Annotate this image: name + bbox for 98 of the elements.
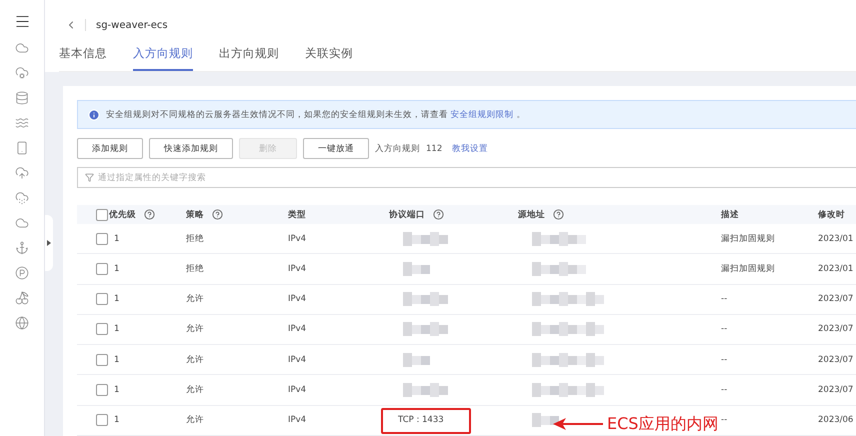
table-cell-text: IPv4 bbox=[287, 354, 308, 365]
row-checkbox[interactable] bbox=[96, 262, 108, 275]
pixelated-redaction bbox=[532, 262, 586, 276]
table-cell-text: -- bbox=[720, 415, 728, 426]
cloud-gear-icon[interactable] bbox=[15, 66, 29, 80]
table-cell-text: TCP : 1433 bbox=[397, 415, 444, 426]
help-link[interactable]: 教我设置 bbox=[452, 142, 488, 155]
table-cell-text: -- bbox=[720, 385, 728, 396]
row-checkbox[interactable] bbox=[96, 323, 108, 336]
phone-icon[interactable] bbox=[15, 141, 29, 155]
table-cell-text: 2023/07 bbox=[817, 385, 854, 396]
select-all-checkbox[interactable] bbox=[96, 208, 108, 221]
table-cell-text: 2023/06 bbox=[817, 415, 854, 426]
pixelated-redaction bbox=[532, 413, 559, 428]
help-icon[interactable] bbox=[433, 209, 444, 220]
table-cell-text: 允许 bbox=[185, 414, 205, 426]
table-cell-text: 拒绝 bbox=[185, 232, 205, 245]
info-icon bbox=[88, 108, 100, 121]
pixelated-redaction bbox=[532, 383, 604, 398]
table-cell-text: 1 bbox=[113, 294, 120, 304]
column-header: 策略 bbox=[186, 208, 204, 221]
pixelated-redaction bbox=[403, 383, 448, 398]
column-header: 源地址 bbox=[518, 208, 545, 221]
toolbar-button[interactable]: 添加规则 bbox=[77, 138, 143, 160]
row-checkbox[interactable] bbox=[96, 232, 108, 245]
column-header: 修改时 bbox=[818, 208, 845, 221]
pixelated-redaction bbox=[403, 352, 430, 367]
database-icon[interactable] bbox=[15, 91, 29, 105]
table-cell-text: IPv4 bbox=[287, 324, 308, 334]
parking-icon[interactable] bbox=[15, 266, 29, 280]
table-cell-text: -- bbox=[720, 294, 728, 304]
table-cell-text: 漏扫加固规则 bbox=[720, 262, 776, 275]
row-checkbox[interactable] bbox=[96, 384, 108, 396]
collapse-handle[interactable] bbox=[45, 215, 53, 271]
table-cell-text: 允许 bbox=[185, 293, 205, 306]
table-cell-text: 1 bbox=[113, 234, 120, 244]
table-cell-text: IPv4 bbox=[287, 264, 308, 274]
pixelated-redaction bbox=[403, 262, 430, 276]
toolbar-button[interactable]: 快速添加规则 bbox=[149, 138, 233, 160]
table-cell-text: IPv4 bbox=[287, 385, 308, 396]
cloud-icon[interactable] bbox=[15, 216, 29, 230]
tab[interactable]: 出方向规则 bbox=[219, 42, 279, 71]
table-cell-text: 允许 bbox=[185, 323, 205, 336]
table-cell-text: 2023/01 bbox=[817, 234, 854, 244]
tab[interactable]: 关联实例 bbox=[305, 42, 353, 71]
toolbar-button[interactable]: 一键放通 bbox=[303, 138, 369, 160]
table-cell-text: IPv4 bbox=[287, 294, 308, 304]
row-checkbox[interactable] bbox=[96, 414, 108, 426]
anchor-icon[interactable] bbox=[15, 241, 29, 255]
help-icon[interactable] bbox=[553, 209, 564, 220]
page-title: sg-weaver-ecs bbox=[96, 20, 168, 30]
column-header: 类型 bbox=[288, 208, 306, 221]
cloud-upload-icon[interactable] bbox=[15, 166, 29, 180]
row-checkbox[interactable] bbox=[96, 293, 108, 306]
waves-icon[interactable] bbox=[15, 116, 29, 130]
help-icon[interactable] bbox=[144, 209, 155, 220]
pixelated-redaction bbox=[532, 232, 586, 246]
info-text: 安全组规则对不同规格的云服务器生效情况不同，如果您的安全组规则未生效，请查看 安全组规则限制 。 bbox=[106, 108, 526, 121]
column-header: 协议端口 bbox=[389, 208, 425, 221]
rule-count-label: 入方向规则 bbox=[375, 142, 420, 155]
table-cell-text: 1 bbox=[113, 264, 120, 274]
table-cell-text: 允许 bbox=[185, 384, 205, 396]
row-checkbox[interactable] bbox=[96, 354, 108, 366]
cloud-icon[interactable] bbox=[15, 41, 29, 55]
table-cell-text: 拒绝 bbox=[185, 262, 205, 275]
table-cell-text: IPv4 bbox=[287, 234, 308, 244]
pixelated-redaction bbox=[403, 322, 448, 336]
tab[interactable]: 基本信息 bbox=[59, 42, 107, 71]
globe-icon[interactable] bbox=[15, 316, 29, 330]
pixelated-redaction bbox=[532, 352, 604, 367]
pixelated-redaction bbox=[532, 292, 604, 306]
column-header: 描述 bbox=[721, 208, 739, 221]
table-cell-text: -- bbox=[720, 324, 728, 334]
menu-icon[interactable] bbox=[14, 13, 30, 30]
table-cell-text: -- bbox=[720, 354, 728, 365]
annotation-label: ECS应用的内网 bbox=[607, 414, 718, 435]
pixelated-redaction bbox=[403, 292, 448, 306]
cloud-rain-icon[interactable] bbox=[15, 191, 29, 205]
help-icon[interactable] bbox=[212, 209, 223, 220]
table-cell-text: 1 bbox=[113, 324, 120, 334]
table-cell-text: 2023/07 bbox=[817, 354, 854, 365]
table-cell-text: 2023/07 bbox=[817, 324, 854, 334]
pixelated-redaction bbox=[532, 322, 604, 336]
arrow-icon bbox=[553, 418, 603, 430]
table-cell-text: 1 bbox=[113, 385, 120, 396]
table-cell-text: 2023/07 bbox=[817, 294, 854, 304]
search-field[interactable]: 通过指定属性的关键字搜索 bbox=[77, 167, 856, 188]
limits-link[interactable]: 安全组规则限制 bbox=[450, 110, 514, 120]
table-cell-text: 1 bbox=[113, 415, 120, 426]
table-cell-text: 2023/01 bbox=[817, 264, 854, 274]
table-cell-text: IPv4 bbox=[287, 415, 308, 426]
column-header: 优先级 bbox=[109, 208, 136, 221]
table-cell-text: 1 bbox=[113, 354, 120, 365]
table-cell-text: 漏扫加固规则 bbox=[720, 232, 776, 245]
filter-icon bbox=[85, 173, 94, 182]
table-cell-text: 允许 bbox=[185, 354, 205, 366]
rule-count: 112 bbox=[426, 144, 442, 154]
pixelated-redaction bbox=[403, 232, 448, 246]
